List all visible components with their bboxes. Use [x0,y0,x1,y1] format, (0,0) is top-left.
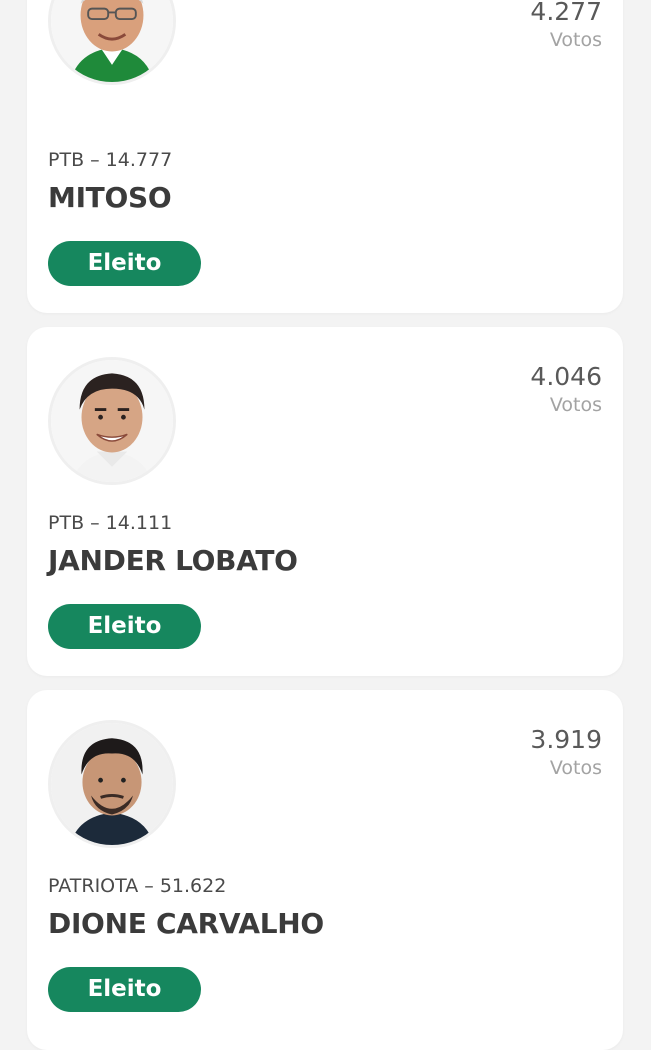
vote-label: Votos [549,757,602,779]
candidate-photo-icon [48,720,176,848]
candidate-name: DIONE CARVALHO [48,907,324,940]
vote-count: 4.046 [530,362,602,391]
vote-total: 4.046 Votos [530,362,602,418]
candidate-photo-icon [48,357,176,485]
vote-label: Votos [549,394,602,416]
vote-label: Votos [549,29,602,51]
vote-total: 4.277 Votos [530,0,602,53]
candidate-card[interactable]: 4.277 Votos PTB – 14.777 MITOSO Eleito [27,0,623,313]
candidate-photo-icon [51,0,173,82]
candidate-photo-icon [51,360,173,482]
party-and-number: PTB – 14.111 [48,512,173,534]
candidate-photo-icon [48,0,176,85]
candidate-photo-icon [51,723,173,845]
vote-count: 3.919 [530,725,602,754]
candidate-name: JANDER LOBATO [48,544,298,577]
candidate-name: MITOSO [48,181,172,214]
candidate-card[interactable]: 3.919 Votos PATRIOTA – 51.622 DIONE CARV… [27,690,623,1050]
candidate-card[interactable]: 4.046 Votos PTB – 14.111 JANDER LOBATO E… [27,327,623,676]
elected-badge: Eleito [48,604,201,649]
vote-count: 4.277 [530,0,602,26]
elected-badge: Eleito [48,241,201,286]
party-and-number: PATRIOTA – 51.622 [48,875,227,897]
vote-total: 3.919 Votos [530,725,602,781]
party-and-number: PTB – 14.777 [48,149,173,171]
elected-badge: Eleito [48,967,201,1012]
